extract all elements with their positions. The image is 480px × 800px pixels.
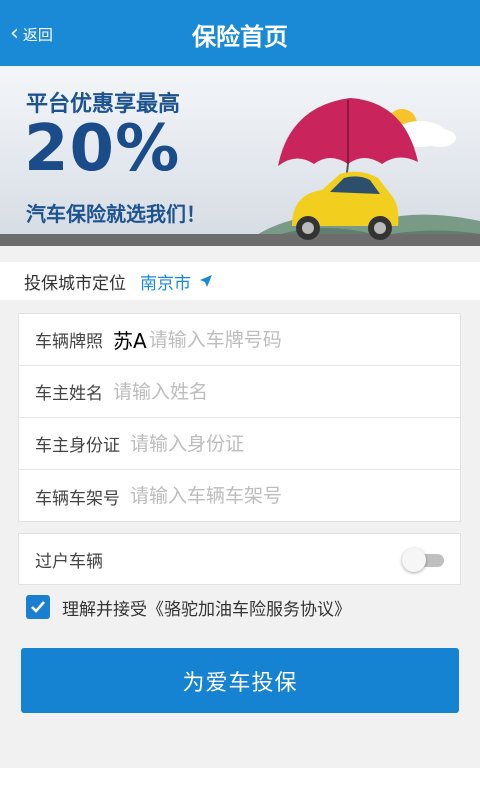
plate-input[interactable] (148, 328, 409, 351)
agreement-checkbox[interactable] (26, 595, 50, 619)
banner-percent: 20% (24, 112, 181, 186)
plate-prefix[interactable]: 苏A (113, 325, 147, 354)
city-location-row[interactable]: 投保城市定位 南京市 (0, 262, 480, 300)
vin-input[interactable] (130, 485, 390, 507)
top-bar: ‹ 返回 保险首页 (0, 0, 480, 66)
id-card-input[interactable] (130, 432, 390, 455)
promo-banner[interactable]: 平台优惠享最高 20% 汽车保险就选我们！ (0, 66, 480, 246)
vin-row: 车辆车架号 (19, 470, 460, 522)
insure-button[interactable]: 为爱车投保 (21, 648, 459, 713)
agreement-row: 理解并接受《骆驼加油车险服务协议》 (26, 594, 351, 620)
vehicle-form: 车辆牌照 苏A 车主姓名 车主身份证 车辆车架号 (18, 313, 461, 522)
transfer-vehicle-row: 过户车辆 (18, 533, 461, 585)
location-arrow-icon (200, 275, 212, 287)
city-label: 投保城市定位 (24, 273, 126, 294)
owner-name-row: 车主姓名 (19, 366, 460, 418)
vin-label: 车辆车架号 (35, 488, 120, 509)
toggle-knob (402, 548, 426, 572)
bottom-area (0, 768, 480, 800)
id-card-row: 车主身份证 (19, 418, 460, 470)
transfer-toggle[interactable] (402, 548, 446, 572)
page-title: 保险首页 (192, 23, 288, 51)
check-icon (31, 601, 45, 613)
transfer-label: 过户车辆 (35, 551, 103, 572)
banner-line2: 汽车保险就选我们！ (26, 202, 206, 226)
plate-label: 车辆牌照 (35, 332, 103, 352)
owner-name-input[interactable] (113, 380, 373, 403)
city-value[interactable]: 南京市 (140, 269, 191, 294)
plate-row: 车辆牌照 苏A (19, 314, 460, 366)
agreement-text[interactable]: 理解并接受《骆驼加油车险服务协议》 (62, 595, 351, 620)
owner-name-label: 车主姓名 (35, 384, 103, 404)
id-card-label: 车主身份证 (35, 436, 120, 456)
